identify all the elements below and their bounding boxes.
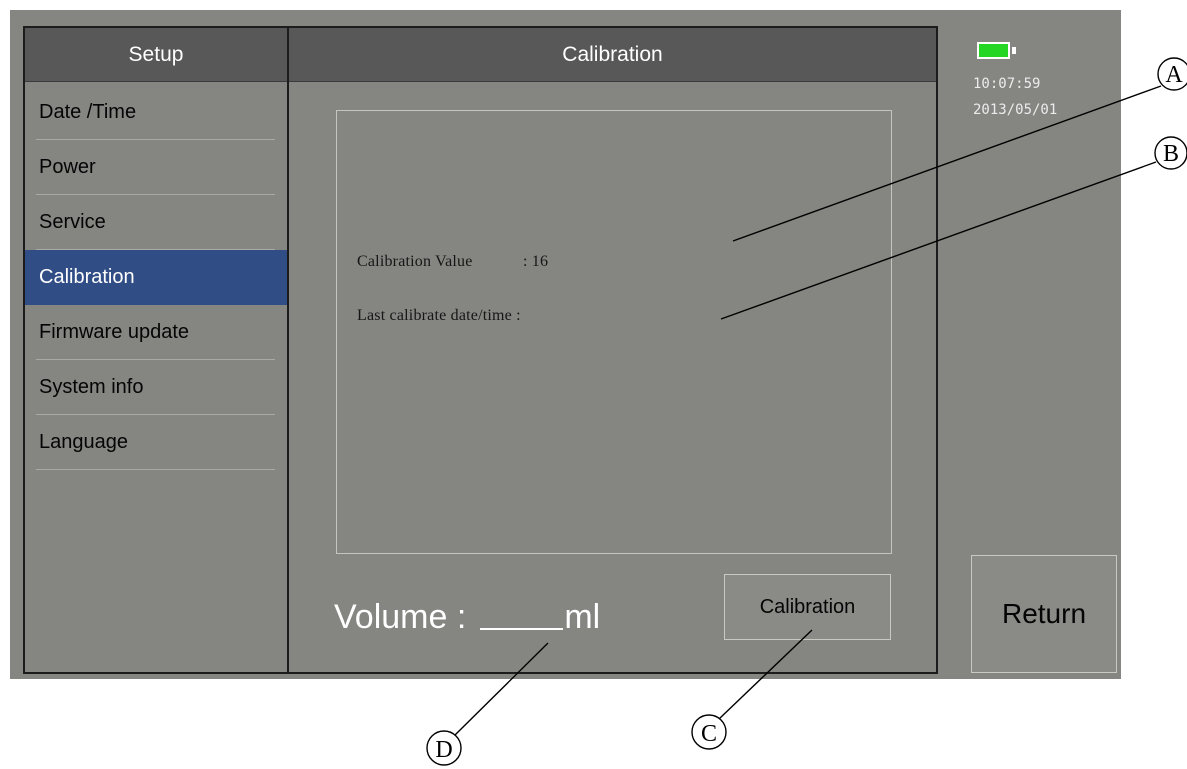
volume-input[interactable] bbox=[480, 598, 564, 630]
sidebar-header: Setup bbox=[25, 28, 287, 82]
sidebar-item-language[interactable]: Language bbox=[25, 415, 287, 470]
callout-c-circle bbox=[691, 714, 727, 750]
calibration-content: Calibration Calibration Value : 16 Last … bbox=[289, 28, 936, 672]
return-button[interactable]: Return bbox=[971, 555, 1117, 673]
sidebar-item-calibration[interactable]: Calibration bbox=[25, 250, 287, 305]
setup-menu: Date /Time Power Service Calibration Fir… bbox=[25, 85, 287, 470]
callout-d-circle bbox=[426, 730, 462, 766]
battery-full-icon bbox=[977, 42, 1010, 59]
callout-b-label: B bbox=[1163, 141, 1179, 167]
sidebar-item-system-info[interactable]: System info bbox=[25, 360, 287, 415]
calibration-value: 16 bbox=[531, 253, 549, 270]
calibration-value-row: Calibration Value : 16 bbox=[357, 253, 548, 271]
callout-a-label: A bbox=[1165, 62, 1183, 88]
callout-a-circle bbox=[1157, 57, 1187, 91]
device-screen: Setup Date /Time Power Service Calibrati… bbox=[10, 10, 1121, 679]
current-time: 10:07:59 bbox=[973, 76, 1041, 92]
document-figure: Setup Date /Time Power Service Calibrati… bbox=[0, 0, 1187, 769]
volume-unit: ml bbox=[564, 598, 601, 636]
callout-b-circle bbox=[1154, 136, 1187, 170]
callout-c-label: C bbox=[701, 721, 717, 747]
main-window: Setup Date /Time Power Service Calibrati… bbox=[23, 26, 938, 674]
battery-tip-icon bbox=[1012, 47, 1016, 54]
sidebar-item-power[interactable]: Power bbox=[25, 140, 287, 195]
volume-label: Volume : bbox=[334, 598, 467, 636]
last-calibrate-row: Last calibrate date/time : bbox=[357, 307, 521, 324]
calibration-button[interactable]: Calibration bbox=[724, 574, 891, 640]
content-header: Calibration bbox=[289, 28, 936, 82]
callout-d-label: D bbox=[435, 737, 452, 763]
calibration-info-panel: Calibration Value : 16 Last calibrate da… bbox=[336, 110, 892, 554]
sidebar-item-date-time[interactable]: Date /Time bbox=[25, 85, 287, 140]
calibration-value-label: Calibration Value bbox=[357, 253, 473, 270]
status-area: 10:07:59 2013/05/01 bbox=[965, 34, 1115, 154]
sidebar-item-service[interactable]: Service bbox=[25, 195, 287, 250]
sidebar-item-firmware-update[interactable]: Firmware update bbox=[25, 305, 287, 360]
current-date: 2013/05/01 bbox=[973, 102, 1058, 118]
setup-sidebar: Setup Date /Time Power Service Calibrati… bbox=[25, 28, 289, 672]
volume-field: Volume : ml bbox=[334, 598, 600, 637]
